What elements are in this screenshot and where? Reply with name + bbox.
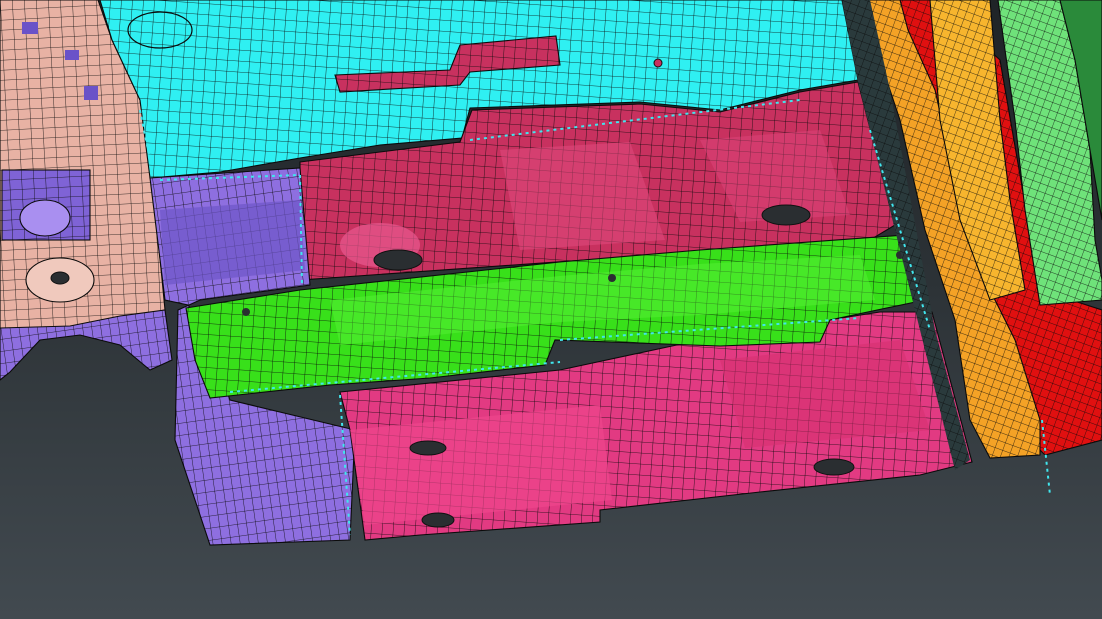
weld-patch — [65, 50, 79, 60]
fe-mesh-model[interactable] — [0, 0, 1102, 619]
weld-patch — [22, 22, 38, 34]
mounting-hole — [50, 271, 70, 285]
locator-hole — [242, 308, 250, 316]
bolt-boss — [19, 199, 71, 237]
locator-hole — [653, 58, 663, 68]
recessed-face — [160, 200, 305, 285]
locator-hole — [608, 274, 616, 282]
mounting-hole — [421, 512, 455, 528]
mounting-hole — [813, 458, 855, 476]
weld-patch — [84, 86, 98, 100]
mounting-hole — [373, 249, 423, 271]
3d-model-viewport[interactable] — [0, 0, 1102, 619]
mounting-hole — [761, 204, 811, 226]
mounting-hole — [409, 440, 447, 456]
